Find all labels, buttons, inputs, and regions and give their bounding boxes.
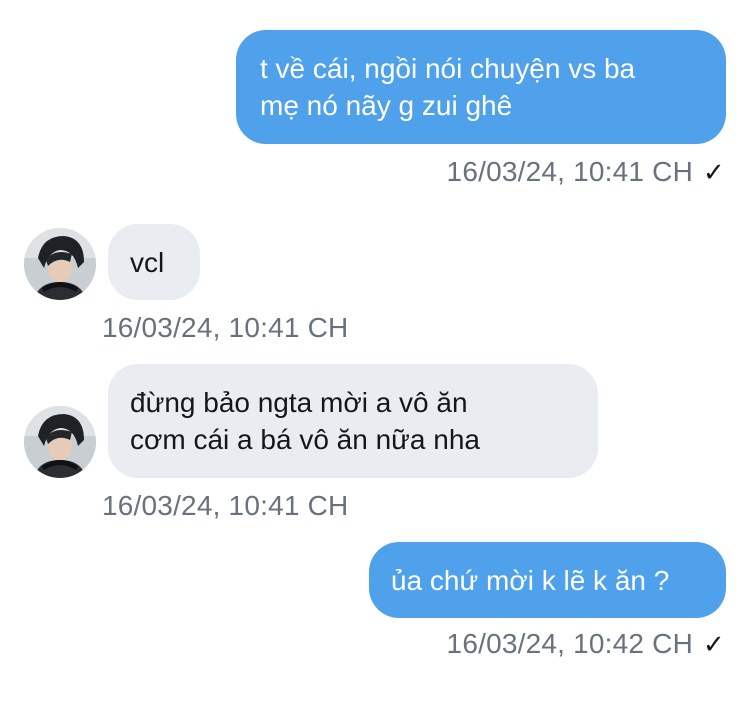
sent-check-icon: ✓ [703,157,725,187]
message-timestamp: 16/03/24, 10:42 CH ✓ [447,628,725,660]
message-timestamp: 16/03/24, 10:41 CH [102,490,348,522]
avatar[interactable] [24,228,96,300]
sent-check-icon: ✓ [703,629,725,659]
timestamp-text: 16/03/24, 10:42 CH [446,628,693,659]
avatar[interactable] [24,406,96,478]
message-bubble-incoming[interactable]: vcl [108,224,200,300]
timestamp-text: 16/03/24, 10:41 CH [102,312,349,343]
chat-thread: t về cái, ngồi nói chuyện vs ba mẹ nó nã… [0,0,750,704]
timestamp-text: 16/03/24, 10:41 CH [102,490,349,521]
message-bubble-outgoing[interactable]: ủa chứ mời k lẽ k ăn ? [369,542,726,618]
message-bubble-incoming[interactable]: đừng bảo ngta mời a vô ăn cơm cái a bá v… [108,364,598,478]
message-bubble-outgoing[interactable]: t về cái, ngồi nói chuyện vs ba mẹ nó nã… [236,30,726,144]
message-timestamp: 16/03/24, 10:41 CH ✓ [447,156,725,188]
message-timestamp: 16/03/24, 10:41 CH [102,312,348,344]
timestamp-text: 16/03/24, 10:41 CH [446,156,693,187]
